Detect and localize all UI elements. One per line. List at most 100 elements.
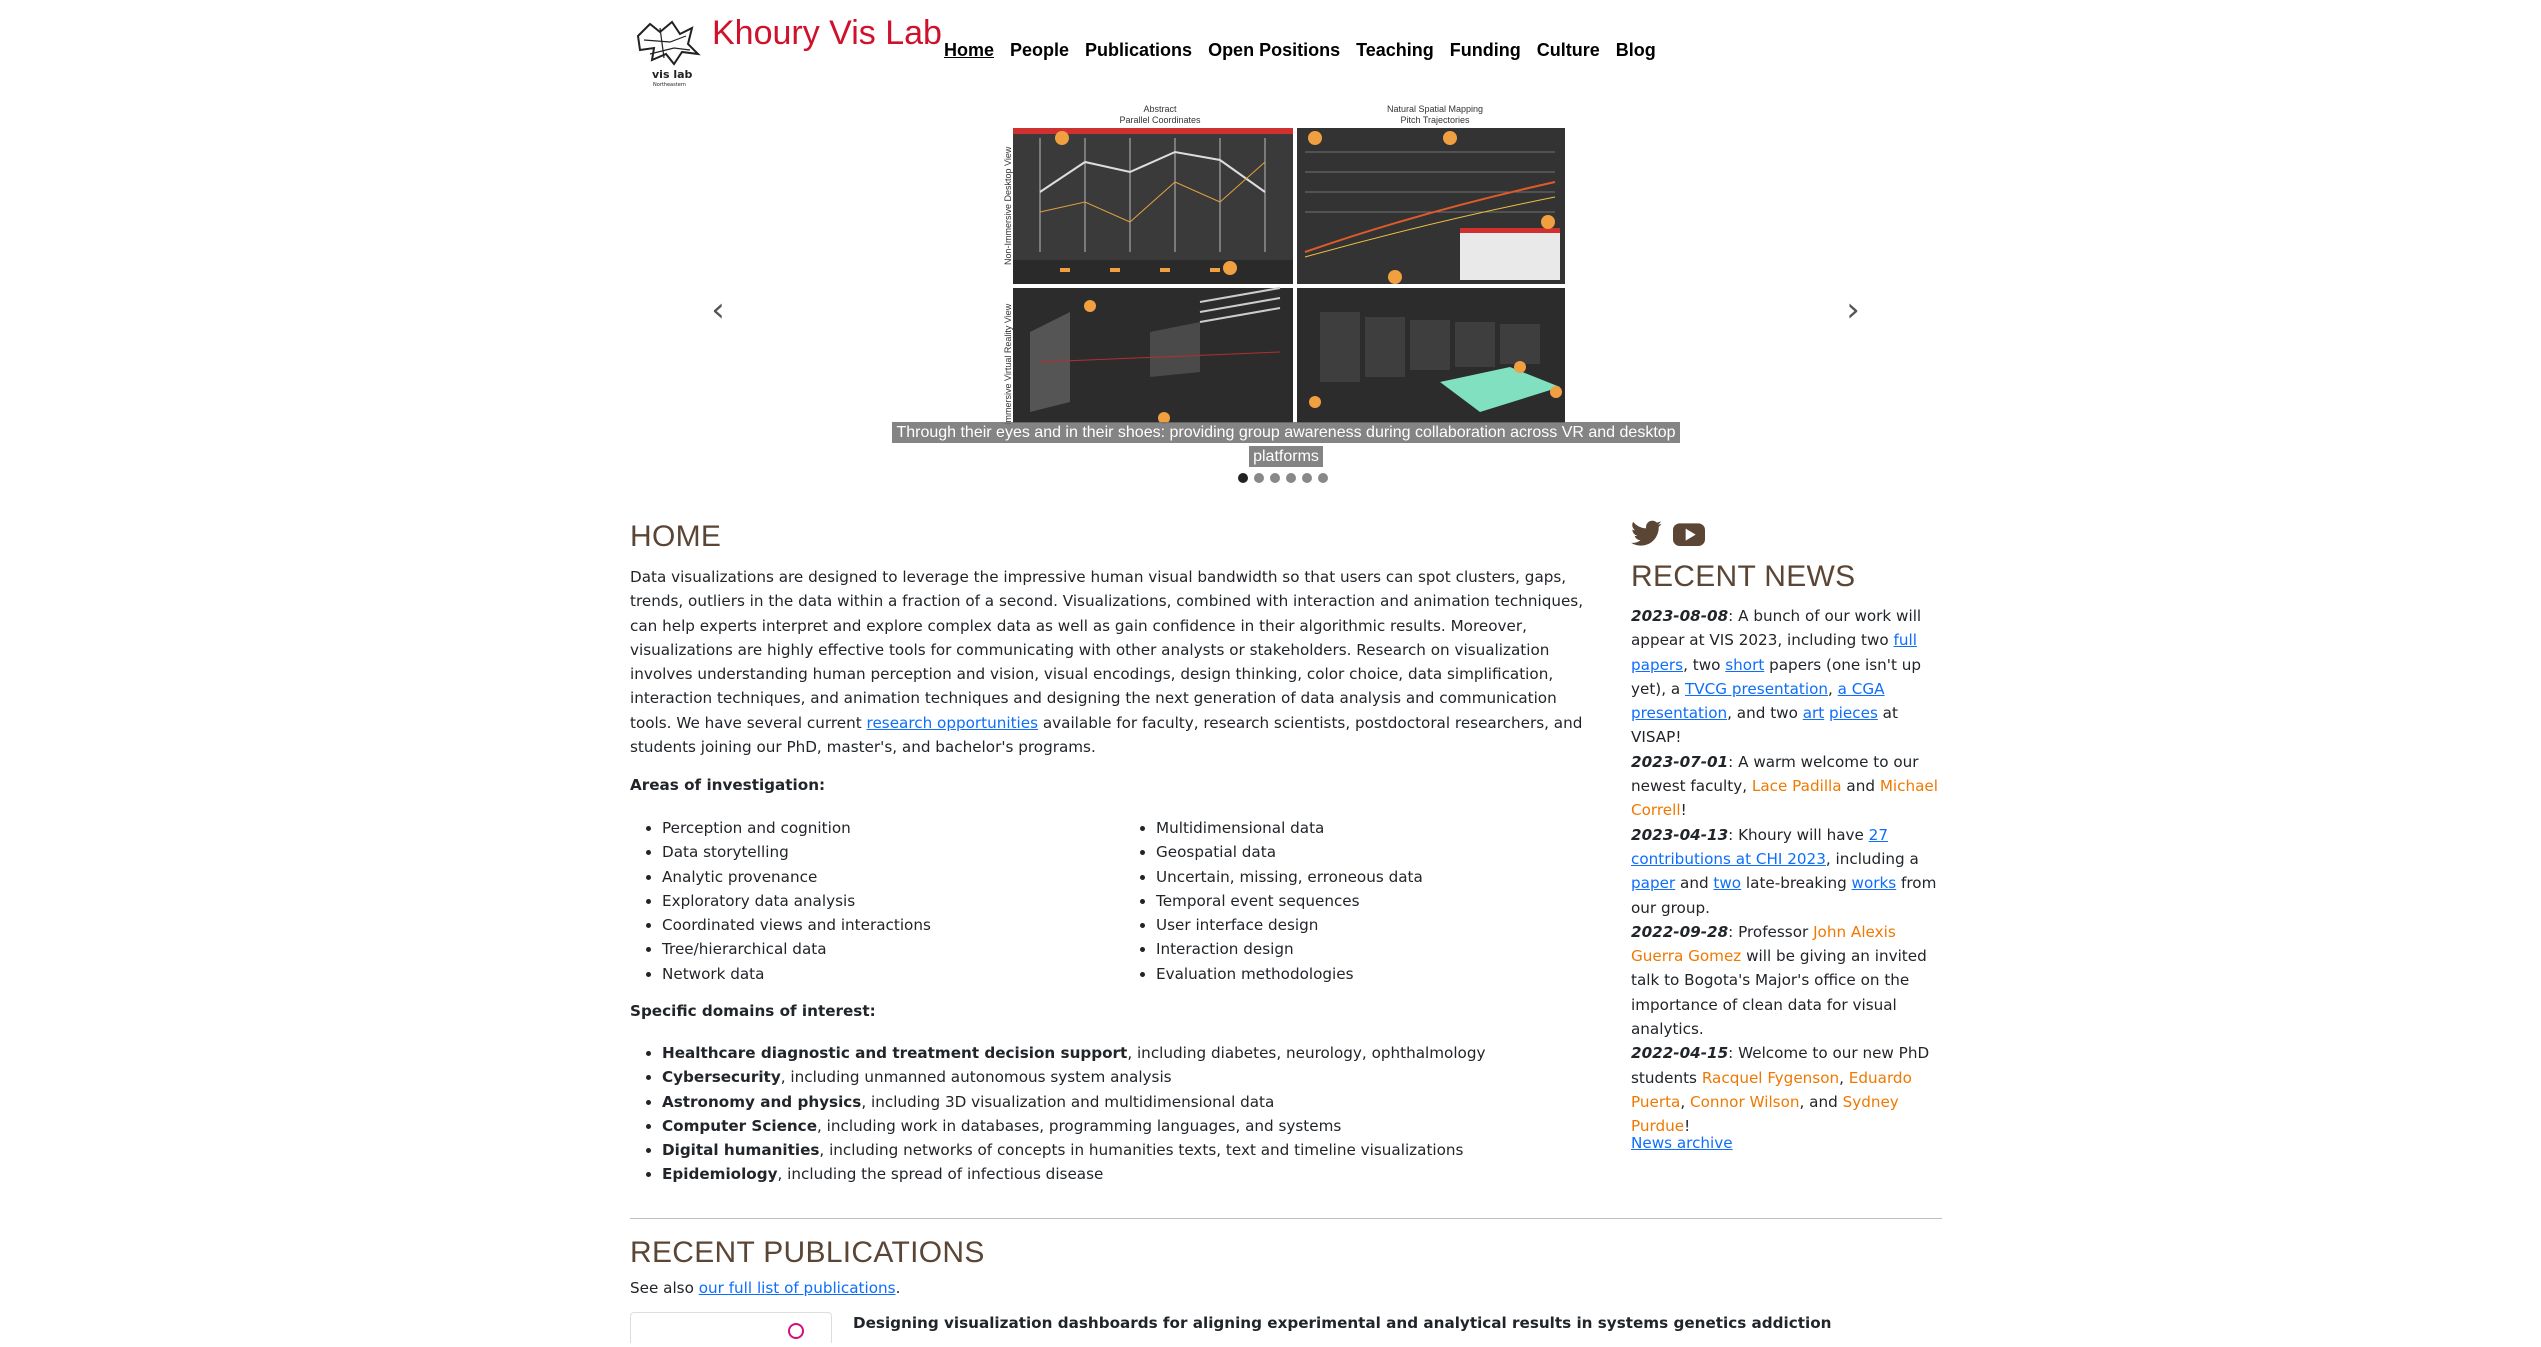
domain-item: Astronomy and physics, including 3D visu… bbox=[662, 1090, 1622, 1114]
twitter-link[interactable] bbox=[1631, 520, 1663, 552]
nav-culture[interactable]: Culture bbox=[1537, 38, 1600, 63]
carousel-prev-button[interactable]: ‹ bbox=[703, 290, 733, 330]
news-link[interactable]: pieces bbox=[1829, 704, 1878, 722]
area-item: Interaction design bbox=[1156, 937, 1423, 961]
nav-teaching[interactable]: Teaching bbox=[1356, 38, 1434, 63]
domain-name: Computer Science bbox=[662, 1116, 817, 1135]
domain-name: Cybersecurity bbox=[662, 1068, 781, 1087]
area-item: Geospatial data bbox=[1156, 840, 1423, 864]
news-list: 2023-08-08: A bunch of our work will app… bbox=[1631, 604, 1946, 1139]
nav-publications[interactable]: Publications bbox=[1085, 38, 1192, 63]
news-date: 2023-08-08 bbox=[1631, 607, 1729, 625]
domain-detail: , including the spread of infectious dis… bbox=[777, 1165, 1104, 1184]
publication-title[interactable]: Designing visualization dashboards for a… bbox=[853, 1314, 1831, 1332]
areas-heading: Areas of investigation: bbox=[630, 776, 826, 794]
logo-text: vis lab bbox=[652, 68, 693, 81]
recent-news-heading: RECENT NEWS bbox=[1631, 560, 1856, 593]
domains-list: Healthcare diagnostic and treatment deci… bbox=[630, 1041, 1622, 1187]
domain-name: Digital humanities bbox=[662, 1141, 820, 1160]
carousel-slide-image[interactable] bbox=[1000, 102, 1575, 447]
nav-blog[interactable]: Blog bbox=[1616, 38, 1656, 63]
area-item: Network data bbox=[662, 962, 931, 986]
news-text: and bbox=[1675, 874, 1714, 893]
home-intro: Data visualizations are designed to leve… bbox=[630, 565, 1595, 759]
domain-item: Epidemiology, including the spread of in… bbox=[662, 1162, 1622, 1186]
news-text: , and two bbox=[1727, 704, 1803, 723]
logo-subtext: Northeastern bbox=[653, 82, 686, 88]
person-link[interactable]: Racquel Fygenson bbox=[1702, 1069, 1839, 1087]
person-link[interactable]: Connor Wilson bbox=[1690, 1093, 1799, 1111]
domain-name: Epidemiology bbox=[662, 1165, 778, 1184]
nav-home[interactable]: Home bbox=[944, 38, 994, 63]
publication-thumbnail[interactable] bbox=[630, 1312, 832, 1343]
news-link[interactable]: two bbox=[1713, 874, 1741, 892]
carousel-indicator[interactable] bbox=[1254, 473, 1264, 483]
research-opportunities-link[interactable]: research opportunities bbox=[867, 714, 1039, 732]
full-publications-link[interactable]: our full list of publications bbox=[699, 1279, 896, 1297]
domain-detail: , including networks of concepts in huma… bbox=[819, 1141, 1464, 1160]
main-nav: Home People Publications Open Positions … bbox=[944, 38, 1656, 63]
person-link[interactable]: Lace Padilla bbox=[1752, 777, 1842, 795]
area-item: User interface design bbox=[1156, 913, 1423, 937]
area-item: Uncertain, missing, erroneous data bbox=[1156, 865, 1423, 889]
intro-text: Data visualizations are designed to leve… bbox=[630, 568, 1584, 732]
news-link[interactable]: short bbox=[1725, 656, 1764, 674]
news-text: late-breaking bbox=[1741, 874, 1852, 893]
youtube-link[interactable] bbox=[1673, 520, 1705, 552]
news-text: , including a bbox=[1825, 849, 1919, 868]
news-text: : Professor bbox=[1728, 922, 1814, 941]
news-link[interactable]: art bbox=[1803, 704, 1825, 722]
news-text: and bbox=[1841, 777, 1880, 796]
area-item: Analytic provenance bbox=[662, 865, 931, 889]
see-also-suffix: . bbox=[895, 1279, 901, 1297]
domain-detail: , including work in databases, programmi… bbox=[817, 1116, 1342, 1135]
carousel-indicator[interactable] bbox=[1286, 473, 1296, 483]
news-text: ! bbox=[1684, 1117, 1691, 1136]
news-item: 2022-04-15: Welcome to our new PhD stude… bbox=[1631, 1041, 1946, 1138]
nav-open-positions[interactable]: Open Positions bbox=[1208, 38, 1340, 63]
news-link[interactable]: TVCG presentation bbox=[1685, 680, 1828, 698]
news-text: ! bbox=[1680, 801, 1687, 820]
area-item: Coordinated views and interactions bbox=[662, 913, 931, 937]
news-item: 2022-09-28: Professor John Alexis Guerra… bbox=[1631, 920, 1946, 1041]
carousel-indicator[interactable] bbox=[1238, 473, 1248, 483]
home-heading: HOME bbox=[630, 520, 722, 553]
recent-publications-heading: RECENT PUBLICATIONS bbox=[630, 1236, 985, 1269]
news-date: 2023-07-01 bbox=[1631, 752, 1729, 771]
site-title[interactable]: Khoury Vis Lab bbox=[712, 14, 942, 53]
news-text: , bbox=[1828, 679, 1838, 698]
lab-logo[interactable]: vis lab Northeastern bbox=[630, 14, 705, 89]
domains-heading: Specific domains of interest: bbox=[630, 1002, 876, 1020]
news-link[interactable]: works bbox=[1852, 874, 1897, 892]
chevron-left-icon: ‹ bbox=[711, 290, 725, 330]
nav-people[interactable]: People bbox=[1010, 38, 1069, 63]
news-link[interactable]: paper bbox=[1631, 874, 1675, 892]
area-item: Perception and cognition bbox=[662, 816, 931, 840]
section-divider bbox=[630, 1218, 1942, 1219]
area-item: Multidimensional data bbox=[1156, 816, 1423, 840]
nav-funding[interactable]: Funding bbox=[1450, 38, 1521, 63]
carousel-indicator[interactable] bbox=[1302, 473, 1312, 483]
twitter-icon bbox=[1631, 520, 1662, 546]
news-text: , bbox=[1839, 1068, 1849, 1087]
news-item: 2023-07-01: A warm welcome to our newest… bbox=[1631, 750, 1946, 823]
carousel-next-button[interactable]: › bbox=[1838, 290, 1868, 330]
domain-detail: , including diabetes, neurology, ophthal… bbox=[1127, 1044, 1486, 1062]
domain-name: Healthcare diagnostic and treatment deci… bbox=[662, 1044, 1128, 1062]
youtube-icon bbox=[1673, 523, 1705, 546]
news-date: 2023-04-13 bbox=[1631, 825, 1729, 844]
news-archive-link[interactable]: News archive bbox=[1631, 1134, 1733, 1152]
carousel-indicator[interactable] bbox=[1318, 473, 1328, 483]
domain-name: Astronomy and physics bbox=[662, 1092, 862, 1111]
chevron-right-icon: › bbox=[1846, 290, 1860, 330]
news-item: 2023-08-08: A bunch of our work will app… bbox=[1631, 604, 1946, 750]
areas-list-left: Perception and cognitionData storytellin… bbox=[630, 816, 931, 986]
domain-item: Cybersecurity, including unmanned autono… bbox=[662, 1065, 1622, 1089]
domain-item: Computer Science, including work in data… bbox=[662, 1114, 1622, 1138]
carousel-indicators bbox=[1238, 473, 1328, 483]
domain-item: Digital humanities, including networks o… bbox=[662, 1138, 1622, 1162]
area-item: Exploratory data analysis bbox=[662, 889, 931, 913]
news-text: , two bbox=[1683, 655, 1726, 674]
carousel-indicator[interactable] bbox=[1270, 473, 1280, 483]
news-text: : Khoury will have bbox=[1728, 825, 1869, 844]
